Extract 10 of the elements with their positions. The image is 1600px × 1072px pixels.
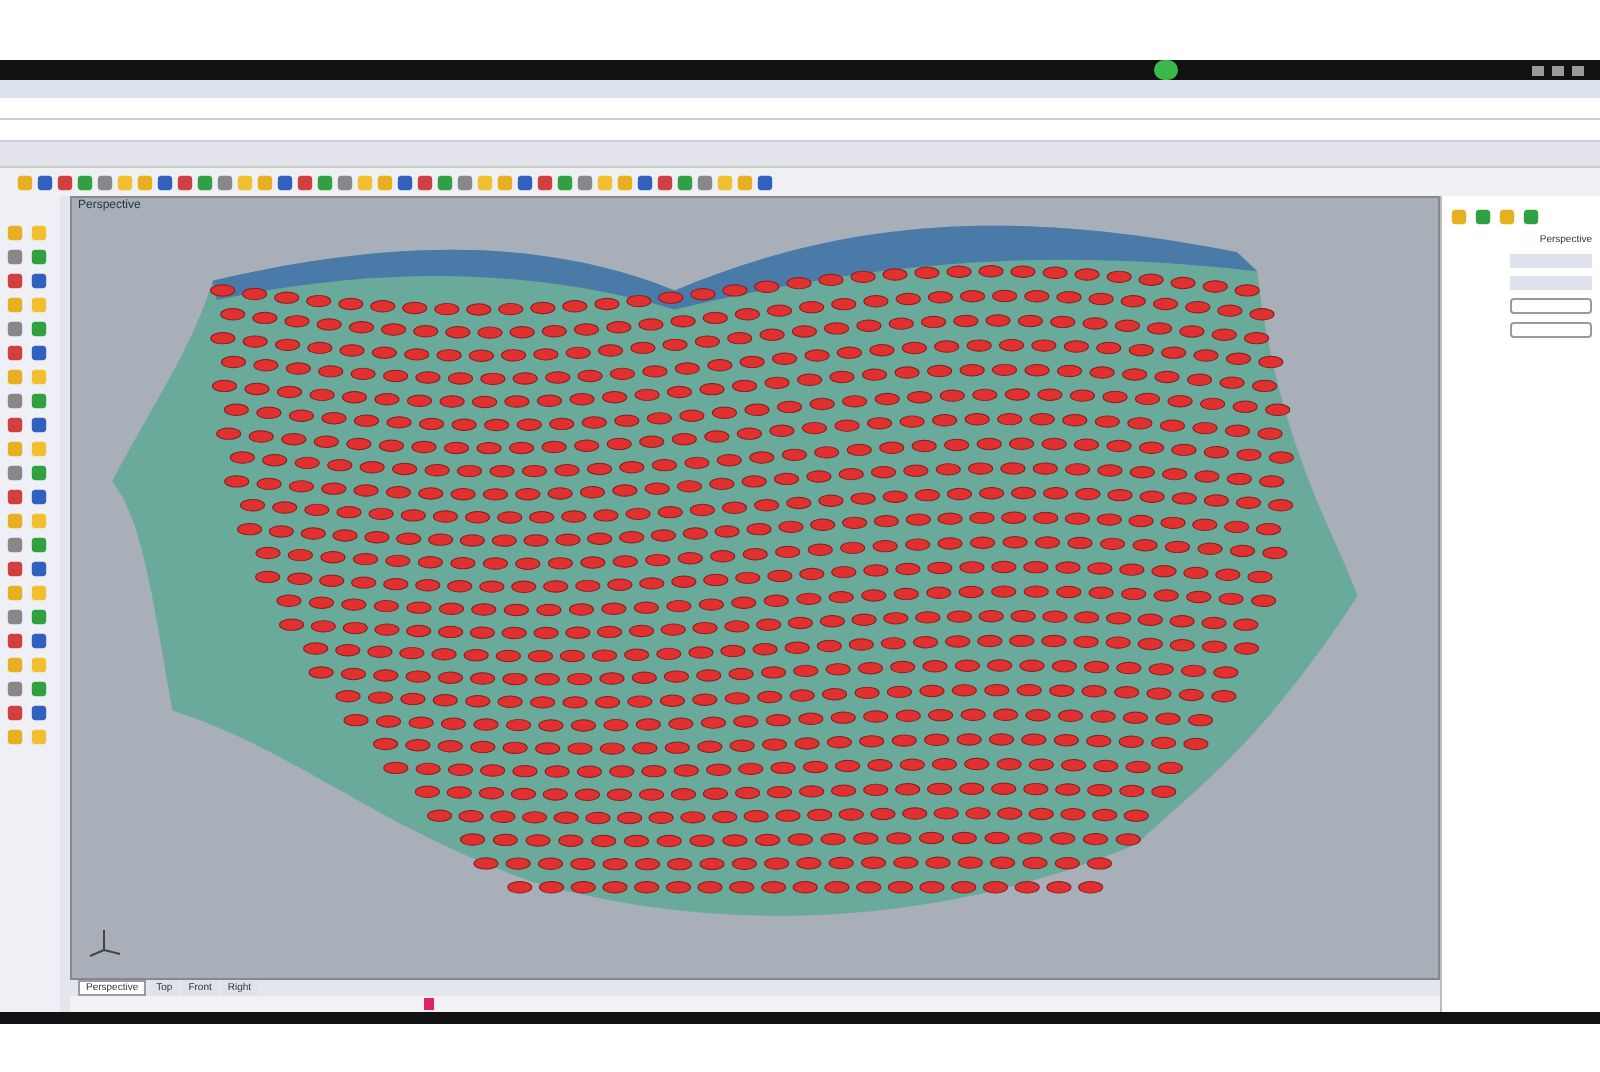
property-button[interactable]	[1510, 298, 1592, 314]
close-icon[interactable]	[1572, 65, 1584, 75]
property-button[interactable]	[1510, 322, 1592, 338]
property-field[interactable]	[1510, 254, 1592, 268]
axis-icon	[84, 926, 124, 958]
minimize-icon[interactable]	[1532, 65, 1544, 75]
property-field[interactable]	[1510, 276, 1592, 290]
layer-color-icon	[424, 998, 434, 1010]
maximize-icon[interactable]	[1552, 65, 1564, 75]
command-field[interactable]	[0, 120, 1600, 142]
